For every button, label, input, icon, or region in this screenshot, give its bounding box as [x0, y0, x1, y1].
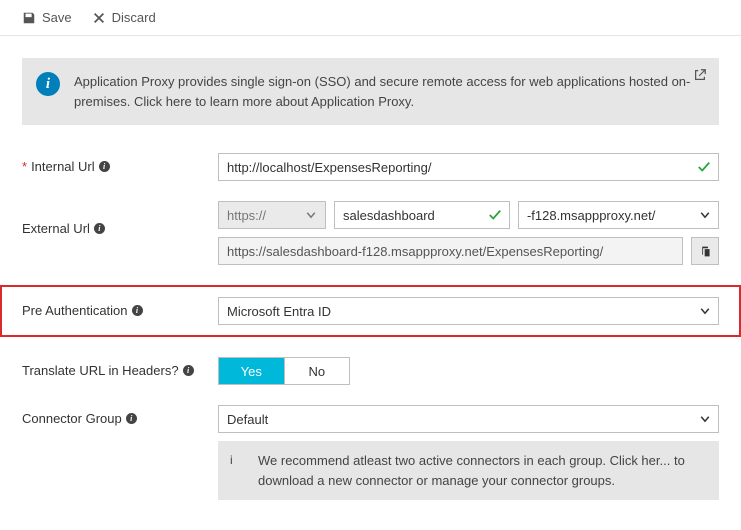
help-icon[interactable]: i: [126, 413, 137, 424]
pre-auth-select[interactable]: [218, 297, 719, 325]
protocol-dropdown[interactable]: https://: [218, 201, 326, 229]
chevron-down-icon: [699, 413, 711, 425]
chevron-down-icon: [305, 209, 317, 221]
discard-button[interactable]: Discard: [92, 10, 156, 25]
copy-button[interactable]: [691, 237, 719, 265]
help-icon[interactable]: i: [183, 365, 194, 376]
chevron-down-icon: [699, 305, 711, 317]
discard-label: Discard: [112, 10, 156, 25]
required-marker: *: [22, 159, 27, 174]
toggle-no[interactable]: No: [284, 358, 350, 384]
copy-icon: [699, 245, 712, 258]
translate-url-label: Translate URL in Headers? i: [22, 357, 218, 378]
internal-url-input[interactable]: [218, 153, 719, 181]
translate-url-toggle[interactable]: Yes No: [218, 357, 350, 385]
help-icon[interactable]: i: [132, 305, 143, 316]
pre-auth-highlight: Pre Authentication i: [0, 285, 741, 337]
chevron-down-icon: [699, 209, 711, 221]
connector-info-banner[interactable]: i We recommend atleast two active connec…: [218, 441, 719, 500]
info-icon: i: [230, 451, 248, 469]
external-url-label: External Url i: [22, 201, 218, 236]
save-button[interactable]: Save: [22, 10, 72, 25]
pre-auth-label: Pre Authentication i: [22, 297, 218, 318]
check-icon: [697, 160, 711, 174]
connector-info-text: We recommend atleast two active connecto…: [258, 451, 707, 490]
connector-group-label: Connector Group i: [22, 405, 218, 426]
connector-group-select[interactable]: [218, 405, 719, 433]
discard-icon: [92, 11, 106, 25]
subdomain-input[interactable]: [334, 201, 510, 229]
info-banner-text: Application Proxy provides single sign-o…: [74, 72, 705, 111]
help-icon[interactable]: i: [94, 223, 105, 234]
external-link-icon[interactable]: [693, 68, 707, 88]
info-icon: i: [36, 72, 60, 96]
check-icon: [488, 208, 502, 222]
save-label: Save: [42, 10, 72, 25]
info-banner[interactable]: i Application Proxy provides single sign…: [22, 58, 719, 125]
domain-select[interactable]: [518, 201, 719, 229]
external-url-full: [218, 237, 683, 265]
save-icon: [22, 11, 36, 25]
toggle-yes[interactable]: Yes: [219, 358, 284, 384]
internal-url-label: * Internal Url i: [22, 153, 218, 174]
help-icon[interactable]: i: [99, 161, 110, 172]
